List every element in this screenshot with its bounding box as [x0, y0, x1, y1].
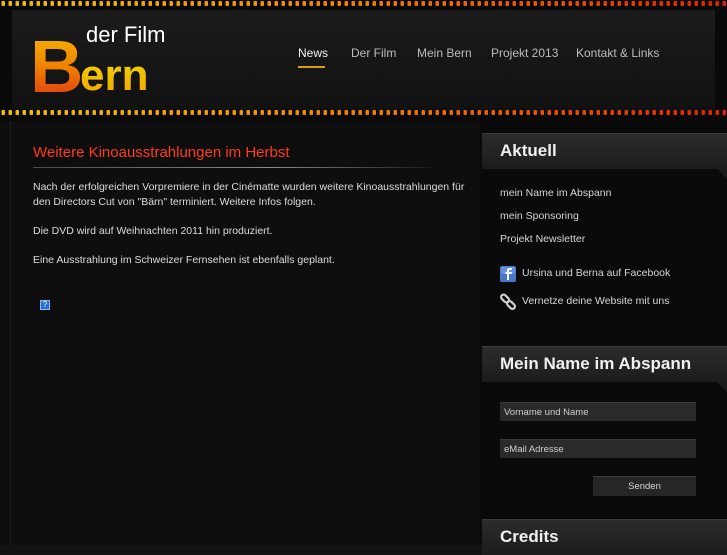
broken-image-icon: ? — [40, 300, 50, 310]
nav-active-indicator — [298, 66, 325, 68]
title-divider — [33, 167, 431, 168]
article-title[interactable]: Weitere Kinoausstrahlungen im Herbst — [33, 144, 290, 161]
nav-der-film[interactable]: Der Film — [351, 46, 396, 60]
logo-subtitle: der Film — [86, 22, 165, 47]
nav-mein-bern[interactable]: Mein Bern — [417, 46, 472, 60]
link-projekt-newsletter[interactable]: Projekt Newsletter — [500, 233, 585, 245]
facebook-link[interactable]: Ursina und Berna auf Facebook — [522, 267, 670, 279]
abspann-header: Mein Name im Abspann — [482, 346, 727, 392]
article-paragraph: Nach der erfolgreichen Vorpremiere in de… — [33, 181, 465, 208]
header-fold — [717, 169, 727, 179]
article-paragraph: Die DVD wird auf Weihnachten 2011 hin pr… — [33, 225, 273, 237]
filmstrip-bottom — [0, 109, 727, 116]
chain-link-icon[interactable] — [499, 293, 517, 311]
credits-header: Credits — [482, 519, 727, 555]
link-mein-sponsoring[interactable]: mein Sponsoring — [500, 210, 579, 222]
network-link[interactable]: Vernetze deine Website mit uns — [522, 295, 669, 307]
send-button[interactable]: Senden — [593, 476, 696, 496]
main-nav: News Der Film Mein Bern Projekt 2013 Kon… — [0, 46, 727, 70]
nav-kontakt-links[interactable]: Kontakt & Links — [576, 46, 659, 60]
site-header: der Film B ern News Der Film Mein Bern P… — [0, 0, 727, 121]
link-mein-name-im-abspann[interactable]: mein Name im Abspann — [500, 187, 611, 199]
email-field[interactable] — [500, 439, 696, 458]
credits-heading: Credits — [500, 527, 559, 546]
article-paragraph: Eine Ausstrahlung im Schweizer Fernsehen… — [33, 254, 335, 266]
nav-projekt-2013[interactable]: Projekt 2013 — [491, 46, 558, 60]
nav-news[interactable]: News — [298, 46, 328, 60]
facebook-icon[interactable] — [499, 265, 517, 283]
abspann-heading: Mein Name im Abspann — [500, 354, 692, 373]
filmstrip-top — [0, 0, 727, 7]
header-fold — [717, 382, 727, 392]
aktuell-header: Aktuell — [482, 133, 727, 179]
name-field[interactable] — [500, 402, 696, 421]
aktuell-heading: Aktuell — [500, 141, 557, 160]
